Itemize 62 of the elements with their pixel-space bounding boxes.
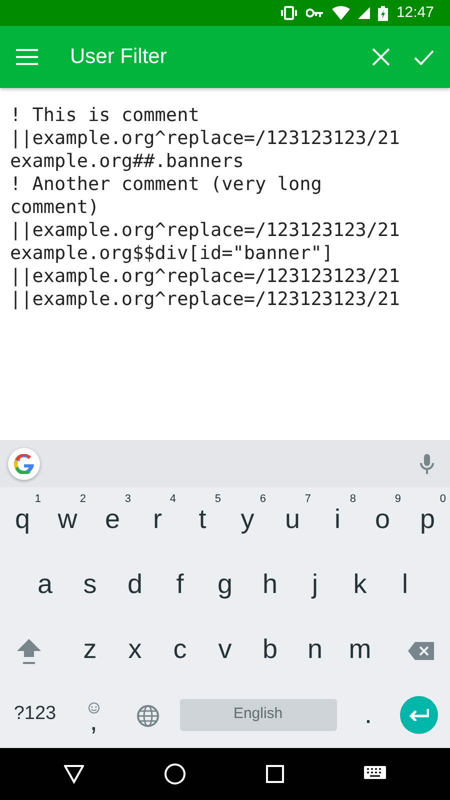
key[interactable]: o 9 bbox=[360, 487, 405, 552]
key[interactable]: q 1 bbox=[0, 487, 45, 552]
key[interactable]: g bbox=[202, 552, 248, 617]
battery-icon bbox=[378, 6, 388, 20]
key[interactable]: c bbox=[158, 617, 202, 682]
enter-key[interactable] bbox=[400, 696, 438, 734]
key[interactable]: h bbox=[248, 552, 292, 617]
key[interactable]: f bbox=[158, 552, 202, 617]
vibrate-icon bbox=[280, 6, 298, 20]
text-editor[interactable]: ! This is comment ||example.org^replace=/123123123/21 example.org##.banners ! Another comment (very long comment) ||example.org^replace=/123123123/21 example.org$$div[id="banner"] ||example.org^replace=/123123123/21 ||example.org^replace=/123123123/21 bbox=[0, 88, 450, 440]
key[interactable]: d bbox=[112, 552, 158, 617]
space-bar[interactable]: English bbox=[180, 698, 337, 730]
microphone-button[interactable] bbox=[420, 454, 434, 474]
key[interactable]: e 3 bbox=[90, 487, 135, 552]
recents-icon bbox=[266, 765, 284, 783]
recents-button[interactable] bbox=[266, 765, 284, 783]
keyboard-icon bbox=[364, 766, 386, 782]
confirm-button[interactable] bbox=[414, 50, 434, 64]
key[interactable]: m bbox=[338, 617, 382, 682]
key[interactable]: b bbox=[248, 617, 292, 682]
enter-icon bbox=[408, 708, 429, 720]
home-button[interactable] bbox=[164, 763, 186, 785]
keyboard-button[interactable] bbox=[364, 766, 386, 782]
backspace-icon bbox=[408, 642, 434, 660]
key[interactable]: y 6 bbox=[225, 487, 270, 552]
symbols-key[interactable]: ?123 bbox=[8, 682, 62, 747]
key[interactable]: u 7 bbox=[270, 487, 315, 552]
home-icon bbox=[164, 763, 186, 785]
emoji-icon bbox=[88, 702, 100, 714]
key-icon bbox=[306, 8, 324, 18]
google-button[interactable] bbox=[8, 448, 40, 480]
wifi-icon bbox=[332, 6, 350, 20]
time-text: 12:47 bbox=[396, 2, 434, 23]
key[interactable]: a bbox=[22, 552, 68, 617]
shift-icon bbox=[16, 637, 42, 666]
key[interactable]: p 0 bbox=[405, 487, 450, 552]
microphone-icon bbox=[420, 454, 434, 474]
key[interactable]: l bbox=[382, 552, 428, 617]
key[interactable]: s bbox=[68, 552, 112, 617]
key[interactable]: k bbox=[338, 552, 382, 617]
app-title: User Filter bbox=[70, 44, 168, 70]
key[interactable]: t 5 bbox=[180, 487, 225, 552]
key[interactable]: z bbox=[68, 617, 112, 682]
google-icon bbox=[14, 454, 34, 474]
key[interactable]: v bbox=[202, 617, 248, 682]
key[interactable]: i 8 bbox=[315, 487, 360, 552]
signal-icon bbox=[358, 7, 370, 19]
key[interactable]: r 4 bbox=[135, 487, 180, 552]
menu-button[interactable] bbox=[16, 49, 38, 65]
close-icon bbox=[372, 48, 390, 66]
globe-icon bbox=[136, 705, 159, 728]
back-button[interactable] bbox=[64, 764, 84, 784]
key[interactable]: w 2 bbox=[45, 487, 90, 552]
key[interactable]: n bbox=[292, 617, 338, 682]
period-key[interactable]: . bbox=[346, 682, 391, 747]
check-icon bbox=[414, 50, 434, 64]
key[interactable]: j bbox=[292, 552, 338, 617]
back-icon bbox=[64, 764, 84, 784]
close-button[interactable] bbox=[372, 48, 390, 66]
key[interactable]: x bbox=[112, 617, 158, 682]
comma-key[interactable]: , bbox=[71, 682, 116, 747]
menu-icon bbox=[16, 49, 38, 65]
